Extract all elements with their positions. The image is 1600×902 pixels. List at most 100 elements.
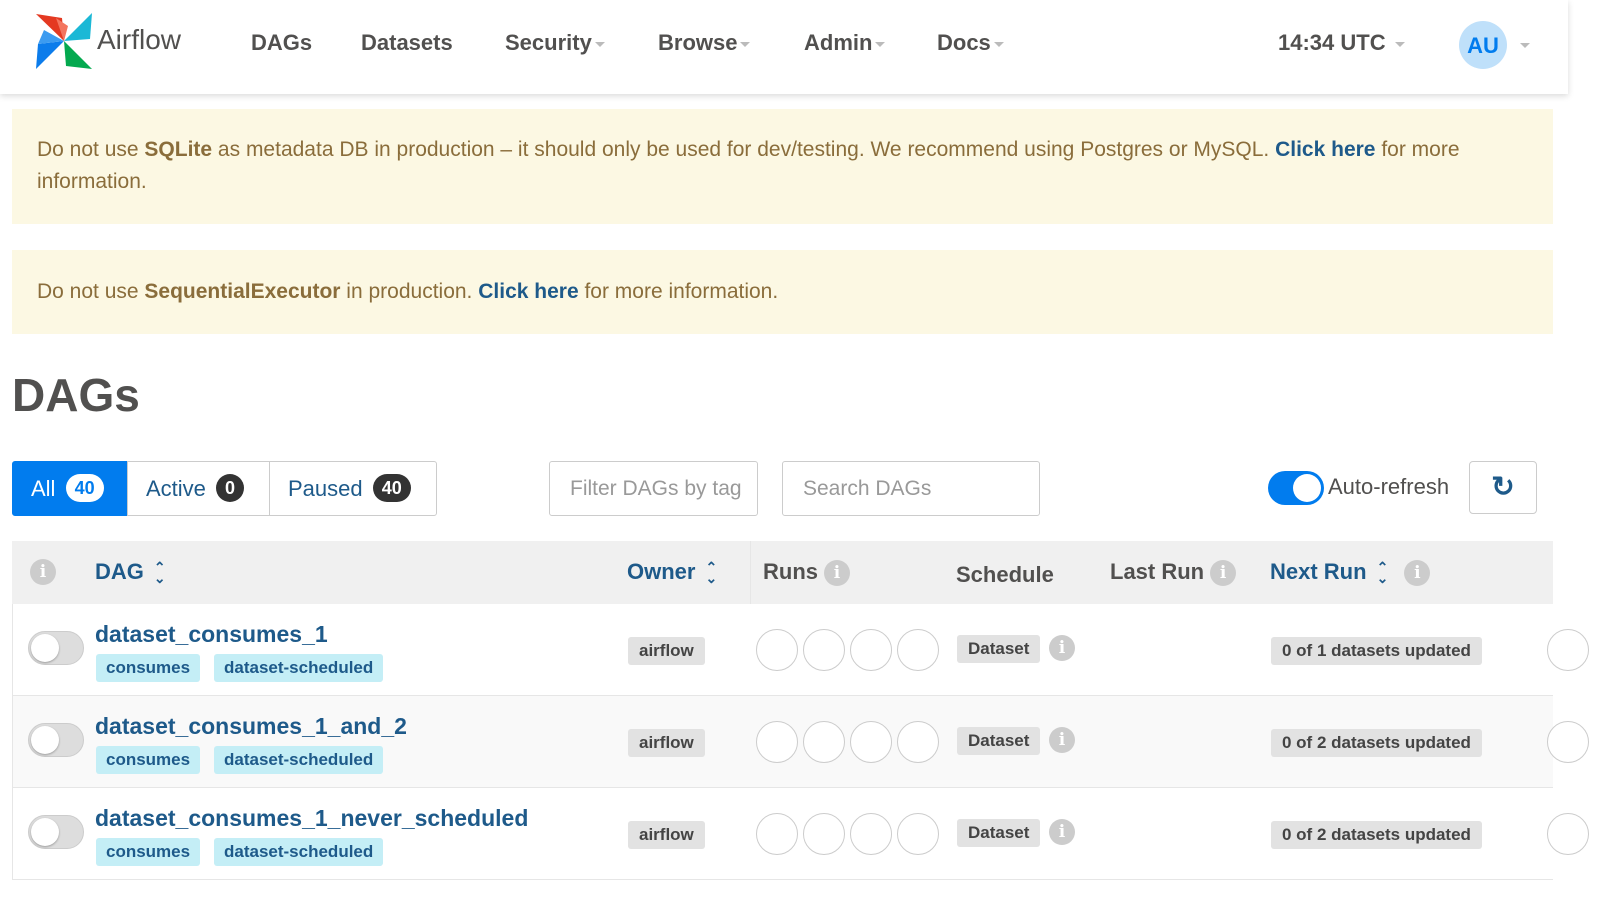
run-status-circle[interactable]: [897, 721, 939, 763]
run-status-circle[interactable]: [850, 813, 892, 855]
tag-badge[interactable]: consumes: [96, 838, 201, 866]
filter-paused[interactable]: Paused 40: [269, 461, 437, 516]
alert-link[interactable]: Click here: [478, 280, 578, 303]
toggle-knob: [1293, 474, 1321, 502]
brand-name[interactable]: Airflow: [97, 24, 181, 56]
owner-badge[interactable]: airflow: [628, 729, 705, 757]
run-status-circle[interactable]: [897, 813, 939, 855]
sort-icon: ⌃ ⌄: [705, 559, 718, 587]
action-circle[interactable]: [1547, 629, 1589, 671]
run-status-circle[interactable]: [756, 629, 798, 671]
table-row: dataset_consumes_1 consumes dataset-sche…: [12, 604, 1589, 696]
col-schedule: Schedule: [956, 562, 1054, 588]
owner-badge[interactable]: airflow: [628, 821, 705, 849]
dag-link[interactable]: dataset_consumes_1_never_scheduled: [95, 805, 528, 832]
table-row: dataset_consumes_1_never_scheduled consu…: [12, 788, 1589, 880]
pause-toggle[interactable]: [28, 631, 84, 665]
col-label: Schedule: [956, 562, 1054, 587]
alert-text: Do not use: [37, 280, 145, 303]
run-status-circle[interactable]: [803, 629, 845, 671]
pause-toggle[interactable]: [28, 723, 84, 757]
dag-link[interactable]: dataset_consumes_1: [95, 621, 328, 648]
caret-down-icon: [993, 41, 1004, 47]
col-dag[interactable]: DAG ⌃ ⌄: [95, 559, 166, 585]
table-header: i DAG ⌃ ⌄ Owner ⌃ ⌄ Runs i Schedule Last Run i…: [12, 541, 1553, 604]
search-input[interactable]: Search DAGs: [782, 461, 1040, 516]
filter-label: All: [31, 476, 56, 501]
nav-label: Datasets: [361, 30, 453, 55]
col-owner[interactable]: Owner ⌃ ⌄: [627, 559, 717, 585]
info-icon[interactable]: i: [1049, 635, 1075, 661]
tag-badge[interactable]: dataset-scheduled: [214, 654, 384, 682]
count-badge: 40: [65, 474, 104, 502]
schedule-badge[interactable]: Dataset: [957, 727, 1041, 755]
auto-refresh-label: Auto-refresh: [1328, 474, 1450, 499]
col-label: DAG: [95, 559, 144, 584]
pause-toggle[interactable]: [28, 815, 84, 849]
nav-label: Admin: [804, 30, 873, 55]
alert-text: as metadata DB in production – it should…: [212, 138, 1276, 161]
page-title: DAGs: [12, 369, 140, 421]
alert-link[interactable]: Click here: [1275, 138, 1375, 161]
filter-label: Paused: [288, 476, 363, 501]
tag-badge[interactable]: consumes: [96, 746, 201, 774]
owner-badge[interactable]: airflow: [628, 637, 705, 665]
count-badge: 40: [372, 474, 411, 502]
info-icon[interactable]: i: [1049, 819, 1075, 845]
caret-down-icon[interactable]: [1520, 43, 1530, 48]
next-run-badge[interactable]: 0 of 1 datasets updated: [1271, 637, 1482, 665]
filter-all[interactable]: All 40: [12, 461, 127, 516]
airflow-logo-icon[interactable]: [34, 12, 94, 70]
nav-dags[interactable]: DAGs: [251, 30, 312, 56]
nav-admin[interactable]: Admin: [804, 30, 886, 56]
info-icon[interactable]: i: [30, 559, 56, 585]
auto-refresh-toggle[interactable]: [1268, 471, 1324, 505]
action-circle[interactable]: [1547, 813, 1589, 855]
sort-icon: ⌃ ⌄: [153, 559, 166, 587]
nav-browse[interactable]: Browse: [658, 30, 751, 56]
refresh-icon: ↻: [1491, 471, 1515, 502]
nav-docs[interactable]: Docs: [937, 30, 1004, 56]
count-badge: 0: [216, 474, 245, 502]
info-icon[interactable]: i: [1210, 560, 1237, 587]
run-status-circle[interactable]: [850, 629, 892, 671]
col-label: Next Run: [1270, 559, 1367, 584]
nav-security[interactable]: Security: [505, 30, 605, 56]
col-runs: Runs i: [763, 559, 850, 587]
next-run-badge[interactable]: 0 of 2 datasets updated: [1271, 729, 1482, 757]
tag-badge[interactable]: dataset-scheduled: [214, 746, 384, 774]
dag-link[interactable]: dataset_consumes_1_and_2: [95, 713, 407, 740]
next-run-badge[interactable]: 0 of 2 datasets updated: [1271, 821, 1482, 849]
run-status-circle[interactable]: [756, 721, 798, 763]
col-label: Last Run: [1110, 559, 1205, 584]
alert-bold: SequentialExecutor: [144, 280, 341, 303]
schedule-badge[interactable]: Dataset: [957, 819, 1041, 847]
run-status-circle[interactable]: [803, 813, 845, 855]
run-status-circle[interactable]: [756, 813, 798, 855]
caret-down-icon: [875, 41, 886, 47]
timezone-dropdown[interactable]: 14:34 UTC: [1278, 30, 1405, 56]
filter-active[interactable]: Active 0: [127, 461, 270, 516]
user-avatar[interactable]: AU: [1459, 21, 1507, 69]
info-icon[interactable]: i: [1404, 560, 1431, 587]
col-next-run[interactable]: Next Run ⌃ ⌄ i: [1270, 559, 1431, 587]
info-icon[interactable]: i: [824, 560, 850, 587]
run-status-circle[interactable]: [897, 629, 939, 671]
schedule-badge[interactable]: Dataset: [957, 635, 1041, 663]
run-status-circle[interactable]: [803, 721, 845, 763]
info-icon[interactable]: i: [1049, 727, 1075, 753]
action-circle[interactable]: [1547, 721, 1589, 763]
nav-label: Browse: [658, 30, 738, 55]
tag-badge[interactable]: consumes: [96, 654, 201, 682]
table-row: dataset_consumes_1_and_2 consumes datase…: [12, 696, 1589, 788]
alert-bold: SQLite: [144, 138, 213, 161]
nav-datasets[interactable]: Datasets: [361, 30, 453, 56]
run-status-circle[interactable]: [850, 721, 892, 763]
nav-label: Docs: [937, 30, 991, 55]
col-last-run: Last Run i: [1110, 559, 1237, 587]
tag-badge[interactable]: dataset-scheduled: [214, 838, 384, 866]
toggle-knob: [31, 726, 59, 754]
refresh-button[interactable]: ↻: [1469, 461, 1537, 514]
col-label: Owner: [627, 559, 696, 584]
tag-filter-input[interactable]: Filter DAGs by tag: [549, 461, 758, 516]
